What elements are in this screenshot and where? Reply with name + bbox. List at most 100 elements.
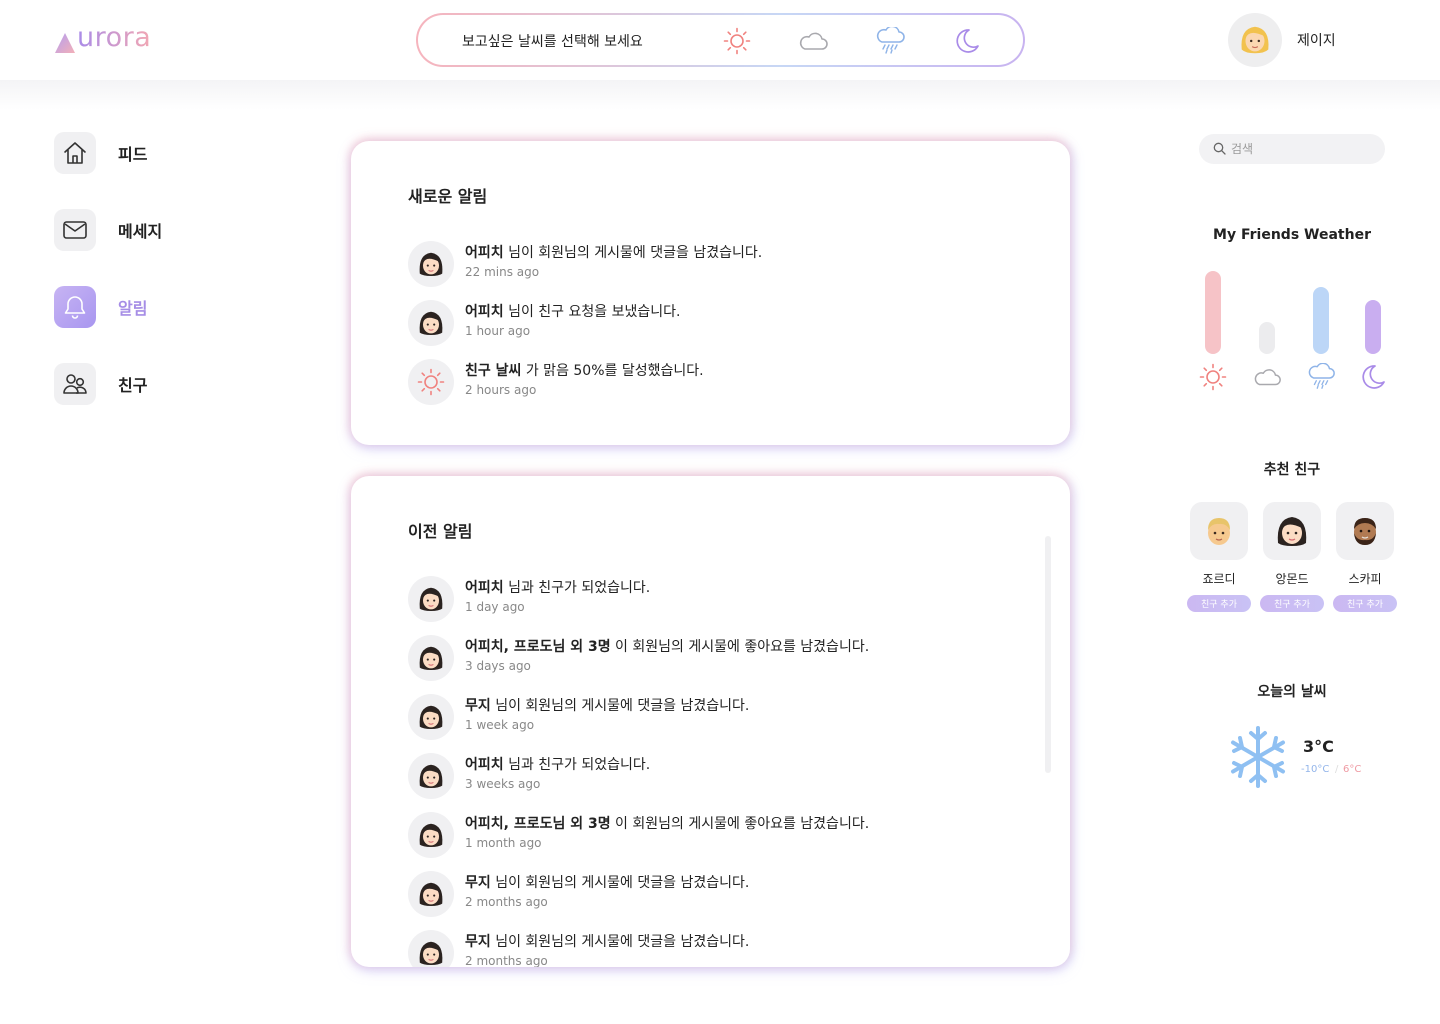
notification-text: 님이 회원님의 게시물에 댓글을 남겼습니다.	[490, 698, 750, 714]
sun-icon	[723, 27, 751, 55]
girl-avatar-icon	[408, 812, 454, 858]
search-input[interactable]	[1231, 140, 1371, 158]
notification-text: 님이 회원님의 게시물에 댓글을 남겼습니다.	[490, 934, 750, 950]
old-notifications-card: 이전 알림 어피치 님과 친구가 되었습니다. 1 day ago 어피치, 프로도…	[351, 476, 1070, 967]
cloud-icon	[1252, 362, 1282, 392]
notification-text: 이 회원님의 게시물에 좋아요를 남겼습니다.	[610, 639, 870, 655]
girl-avatar-icon	[408, 871, 454, 917]
top-header: urora 보고싶은 날씨를 선택해 보세요 제이지	[0, 0, 1440, 80]
sun-icon	[1198, 362, 1228, 392]
logo-triangle-icon	[55, 33, 75, 53]
notification-text: 님과 친구가 되었습니다.	[503, 757, 651, 773]
avatar	[1228, 13, 1282, 67]
notification-text: 님과 친구가 되었습니다.	[503, 580, 651, 596]
notification-message: 어피치, 프로도님 외 3명 이 회원님의 게시물에 좋아요를 남겼습니다.	[465, 813, 869, 833]
girl-avatar-icon	[408, 241, 454, 287]
notification-actor: 친구 날씨	[465, 363, 522, 379]
notification-item[interactable]: 어피치, 프로도님 외 3명 이 회원님의 게시물에 좋아요를 남겼습니다. 3 …	[408, 635, 1008, 681]
recommended-friends-title: 추천 친구	[1263, 462, 1321, 478]
card-title: 이전 알림	[408, 522, 473, 541]
avatar[interactable]	[1263, 502, 1321, 560]
today-weather-title: 오늘의 날씨	[1257, 684, 1327, 700]
notification-item[interactable]: 무지 님이 회원님의 게시물에 댓글을 남겼습니다. 1 week ago	[408, 694, 1008, 740]
bearded-man-avatar-icon	[1354, 518, 1376, 545]
add-friend-button[interactable]: 친구 추가	[1260, 595, 1324, 612]
low-temperature: -10°C	[1301, 764, 1330, 775]
friends-weather-title: My Friends Weather	[1213, 227, 1371, 243]
notification-actor: 무지	[465, 875, 491, 891]
notification-text: 님이 친구 요청을 보냈습니다.	[503, 304, 681, 320]
add-friend-button[interactable]: 친구 추가	[1187, 595, 1251, 612]
recommended-friend-card: 죠르디 친구 추가	[1187, 502, 1251, 612]
new-notifications-card: 새로운 알림 어피치 님이 회원님의 게시물에 댓글을 남겼습니다. 22 min…	[351, 141, 1070, 445]
user-name: 제이지	[1297, 33, 1336, 49]
girl-avatar-icon	[408, 635, 454, 681]
sidebar-item-friends[interactable]: 친구	[54, 363, 254, 405]
moon-icon	[1358, 362, 1388, 392]
user-profile[interactable]: 제이지	[1228, 13, 1336, 67]
notification-time: 1 hour ago	[465, 324, 531, 338]
notification-item[interactable]: 어피치 님이 회원님의 게시물에 댓글을 남겼습니다. 22 mins ago	[408, 241, 1008, 287]
notification-item[interactable]: 무지 님이 회원님의 게시물에 댓글을 남겼습니다. 2 months ago	[408, 871, 1008, 917]
logo-text: urora	[77, 22, 152, 53]
notification-message: 어피치, 프로도님 외 3명 이 회원님의 게시물에 좋아요를 남겼습니다.	[465, 636, 869, 656]
notification-message: 친구 날씨 가 맑음 50%를 달성했습니다.	[465, 360, 704, 380]
notification-actor: 어피치, 프로도님 외 3명	[465, 816, 611, 832]
notification-actor: 어피치, 프로도님 외 3명	[465, 639, 611, 655]
notification-item[interactable]: 어피치, 프로도님 외 3명 이 회원님의 게시물에 좋아요를 남겼습니다. 1 …	[408, 812, 1008, 858]
notification-time: 1 week ago	[465, 718, 535, 732]
notification-message: 어피치 님과 친구가 되었습니다.	[465, 754, 650, 774]
sidebar-item-messages[interactable]: 메세지	[54, 209, 254, 251]
friend-weather-bar	[1259, 322, 1275, 354]
users-icon	[63, 374, 87, 394]
notification-item[interactable]: 무지 님이 회원님의 게시물에 댓글을 남겼습니다. 2 months ago	[408, 930, 1008, 967]
weather-sun-button[interactable]	[721, 25, 753, 57]
sidebar-item-notifications[interactable]: 알림	[54, 286, 254, 328]
notification-item[interactable]: 친구 날씨 가 맑음 50%를 달성했습니다. 2 hours ago	[408, 359, 1008, 405]
search-icon	[1213, 142, 1226, 155]
notification-item[interactable]: 어피치 님과 친구가 되었습니다. 1 day ago	[408, 576, 1008, 622]
sidebar-item-label: 알림	[118, 299, 148, 318]
home-icon	[64, 142, 86, 164]
rain-cloud-icon	[876, 27, 905, 54]
notification-actor: 어피치	[465, 245, 504, 261]
friend-name: 스카피	[1348, 572, 1382, 586]
notification-item[interactable]: 어피치 님이 친구 요청을 보냈습니다. 1 hour ago	[408, 300, 1008, 346]
sidebar-item-label: 메세지	[118, 222, 163, 241]
sidebar-item-label: 피드	[118, 145, 148, 164]
weather-selector: 보고싶은 날씨를 선택해 보세요	[416, 13, 1025, 67]
girl-avatar-icon	[408, 753, 454, 799]
notification-message: 무지 님이 회원님의 게시물에 댓글을 남겼습니다.	[465, 872, 749, 892]
notification-time: 2 months ago	[465, 954, 548, 967]
weather-cloud-button[interactable]	[797, 25, 829, 57]
notification-actor: 무지	[465, 698, 491, 714]
notification-message: 어피치 님이 친구 요청을 보냈습니다.	[465, 301, 680, 321]
avatar[interactable]	[1336, 502, 1394, 560]
scrollbar[interactable]	[1045, 536, 1051, 773]
cloud-icon	[799, 32, 828, 50]
notification-actor: 무지	[465, 934, 491, 950]
notification-text: 님이 회원님의 게시물에 댓글을 남겼습니다.	[503, 245, 763, 261]
friend-name: 앙몬드	[1275, 572, 1309, 586]
notification-text: 님이 회원님의 게시물에 댓글을 남겼습니다.	[490, 875, 750, 891]
notification-message: 무지 님이 회원님의 게시물에 댓글을 남겼습니다.	[465, 695, 749, 715]
weather-selector-prompt: 보고싶은 날씨를 선택해 보세요	[462, 34, 643, 50]
snowflake-icon	[1231, 726, 1285, 788]
sidebar-item-feed[interactable]: 피드	[54, 132, 254, 174]
friend-weather-bar	[1365, 300, 1381, 354]
notification-time: 2 months ago	[465, 895, 548, 909]
avatar[interactable]	[1190, 502, 1248, 560]
card-title: 새로운 알림	[408, 187, 488, 206]
bell-icon	[64, 296, 86, 319]
sidebar-item-label: 친구	[118, 376, 148, 395]
friend-name: 죠르디	[1202, 572, 1236, 586]
girl-avatar-icon	[1277, 517, 1307, 546]
weather-moon-button[interactable]	[951, 25, 983, 57]
app-logo[interactable]: urora	[54, 22, 151, 54]
search-box	[1199, 134, 1385, 164]
moon-icon	[956, 29, 979, 53]
recommended-friend-card: 앙몬드 친구 추가	[1260, 502, 1324, 612]
add-friend-button[interactable]: 친구 추가	[1333, 595, 1397, 612]
weather-rain-button[interactable]	[874, 25, 906, 57]
notification-item[interactable]: 어피치 님과 친구가 되었습니다. 3 weeks ago	[408, 753, 1008, 799]
